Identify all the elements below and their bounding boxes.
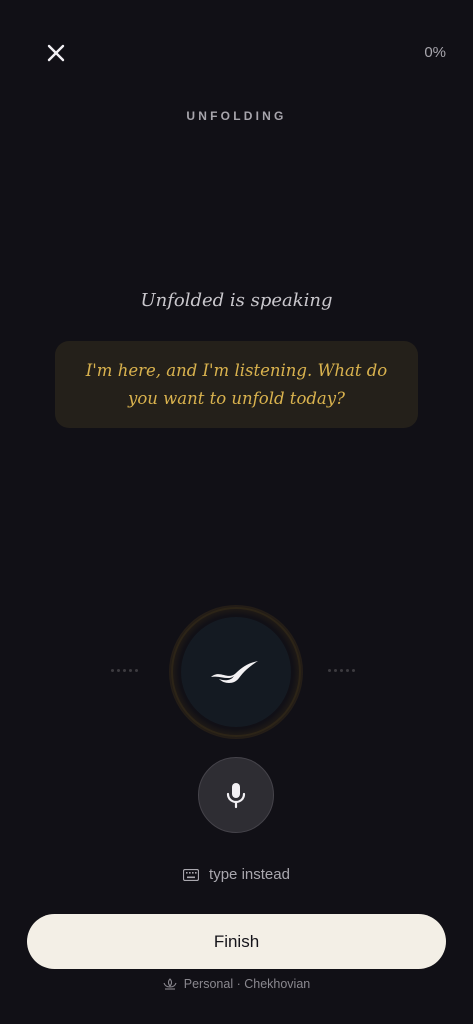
close-icon xyxy=(47,44,65,62)
keyboard-icon xyxy=(183,868,200,881)
session-mode-info: Personal · Chekhovian xyxy=(0,977,473,991)
microphone-icon xyxy=(226,783,246,809)
close-button[interactable] xyxy=(40,37,72,69)
progress-percent: 0% xyxy=(424,44,446,61)
left-dots-indicator xyxy=(111,669,138,672)
type-instead-label: type instead xyxy=(209,866,290,883)
type-instead-button[interactable]: type instead xyxy=(0,866,473,883)
bird-logo-icon xyxy=(211,661,258,683)
assistant-message-card: I'm here, and I'm listening. What do you… xyxy=(55,341,418,428)
microphone-button[interactable] xyxy=(198,757,274,833)
speaker-status: Unfolded is speaking xyxy=(140,290,333,311)
right-dots-indicator xyxy=(328,669,355,672)
session-screen: 0% UNFOLDING Unfolded is speaking I'm he… xyxy=(0,0,473,1024)
finish-button[interactable]: Finish xyxy=(27,914,446,969)
voice-orb[interactable] xyxy=(181,617,291,727)
page-title: UNFOLDING xyxy=(186,109,287,123)
assistant-message: I'm here, and I'm listening. What do you… xyxy=(85,360,388,408)
lotus-icon xyxy=(163,978,177,990)
session-mode-label: Personal · Chekhovian xyxy=(183,977,311,991)
